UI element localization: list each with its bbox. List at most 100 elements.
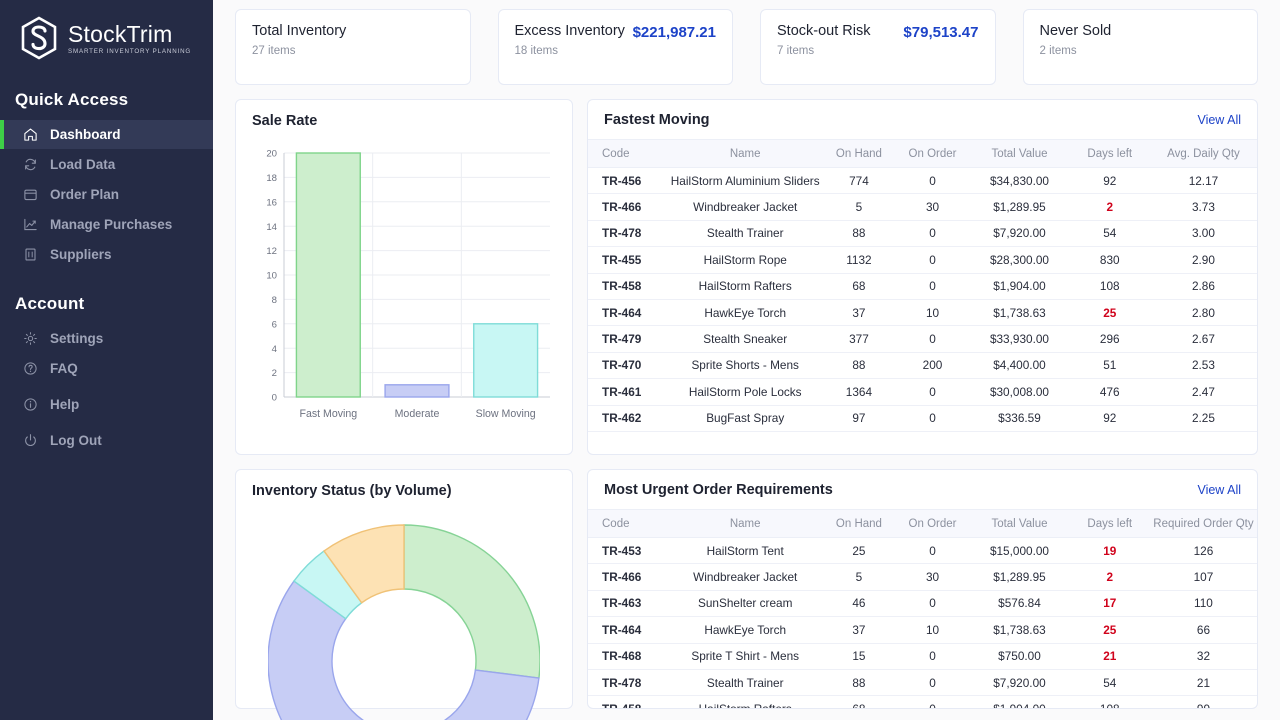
cell-on-hand: 1132 bbox=[822, 247, 896, 273]
column-header[interactable]: Name bbox=[668, 510, 822, 538]
cell-on-hand: 37 bbox=[822, 617, 896, 643]
cell-last: 99 bbox=[1150, 696, 1257, 709]
stocktrim-hexagon-logo-icon bbox=[19, 16, 59, 60]
cell-on-order: 10 bbox=[896, 617, 970, 643]
column-header[interactable]: Required Order Qty bbox=[1150, 510, 1257, 538]
table-row[interactable]: TR-479Stealth Sneaker3770$33,930.002962.… bbox=[588, 326, 1257, 352]
inventory-status-chart[interactable] bbox=[236, 499, 572, 720]
urgent-orders-view-all-button[interactable]: View All bbox=[1197, 483, 1241, 497]
fastest-moving-view-all-button[interactable]: View All bbox=[1197, 113, 1241, 127]
urgent-orders-panel: Most Urgent Order Requirements View All … bbox=[587, 469, 1258, 709]
table-row[interactable]: TR-468Sprite T Shirt - Mens150$750.00213… bbox=[588, 643, 1257, 669]
cell-days-left: 17 bbox=[1070, 590, 1150, 616]
cell-last: 126 bbox=[1150, 538, 1257, 564]
column-header[interactable]: Total Value bbox=[969, 510, 1069, 538]
sidebar-item-label: Order Plan bbox=[50, 187, 119, 202]
column-header[interactable]: On Order bbox=[896, 140, 970, 168]
cell-code: TR-468 bbox=[588, 643, 668, 669]
cell-on-order: 0 bbox=[896, 669, 970, 695]
bar[interactable] bbox=[296, 153, 360, 397]
column-header[interactable]: Total Value bbox=[969, 140, 1069, 168]
table-row[interactable]: TR-478Stealth Trainer880$7,920.005421 bbox=[588, 669, 1257, 695]
column-header[interactable]: Name bbox=[668, 140, 822, 168]
sidebar-heading-quick-access: Quick Access bbox=[0, 76, 213, 120]
cell-last: 32 bbox=[1150, 643, 1257, 669]
table-row[interactable]: TR-458HailStorm Rafters680$1,904.0010899 bbox=[588, 696, 1257, 709]
column-header[interactable]: Days left bbox=[1070, 140, 1150, 168]
gear-icon bbox=[23, 331, 38, 346]
sidebar-item-log-out[interactable]: Log Out bbox=[0, 426, 213, 455]
cell-on-hand: 774 bbox=[822, 168, 896, 194]
table-row[interactable]: TR-470Sprite Shorts - Mens88200$4,400.00… bbox=[588, 352, 1257, 378]
cell-code: TR-466 bbox=[588, 194, 668, 220]
sidebar-item-load-data[interactable]: Load Data bbox=[0, 150, 213, 179]
kpi-card-never-sold[interactable]: Never Sold 2 items bbox=[1023, 9, 1259, 85]
table-row[interactable]: TR-466Windbreaker Jacket530$1,289.9523.7… bbox=[588, 194, 1257, 220]
kpi-subtitle: 7 items bbox=[777, 45, 870, 57]
bar[interactable] bbox=[385, 385, 449, 397]
kpi-card-total-inventory[interactable]: Total Inventory 27 items bbox=[235, 9, 471, 85]
table-row[interactable]: TR-453HailStorm Tent250$15,000.0019126 bbox=[588, 538, 1257, 564]
cell-name: HailStorm Pole Locks bbox=[668, 379, 822, 405]
cell-total-value: $1,904.00 bbox=[969, 273, 1069, 299]
cell-on-hand: 25 bbox=[822, 538, 896, 564]
sidebar-item-help[interactable]: Help bbox=[0, 390, 213, 419]
cell-code: TR-478 bbox=[588, 220, 668, 246]
column-header[interactable]: Avg. Daily Qty bbox=[1150, 140, 1257, 168]
column-header[interactable]: On Order bbox=[896, 510, 970, 538]
kpi-title: Never Sold bbox=[1040, 23, 1112, 40]
table-row[interactable]: TR-464HawkEye Torch3710$1,738.63252.80 bbox=[588, 299, 1257, 325]
cell-last: 2.90 bbox=[1150, 247, 1257, 273]
column-header[interactable]: On Hand bbox=[822, 140, 896, 168]
cell-code: TR-463 bbox=[588, 590, 668, 616]
table-row[interactable]: TR-466Windbreaker Jacket530$1,289.952107 bbox=[588, 564, 1257, 590]
column-header[interactable]: Code bbox=[588, 140, 668, 168]
sidebar-item-manage-purchases[interactable]: Manage Purchases bbox=[0, 210, 213, 239]
table-row[interactable]: TR-478Stealth Trainer880$7,920.00543.00 bbox=[588, 220, 1257, 246]
table-row[interactable]: TR-463SunShelter cream460$576.8417110 bbox=[588, 590, 1257, 616]
sidebar-item-suppliers[interactable]: Suppliers bbox=[0, 240, 213, 269]
kpi-card-stock-out-risk[interactable]: Stock-out Risk 7 items $79,513.47 bbox=[760, 9, 996, 85]
refresh-icon bbox=[23, 157, 38, 172]
cell-name: HawkEye Torch bbox=[668, 299, 822, 325]
kpi-value: $79,513.47 bbox=[903, 23, 978, 84]
kpi-card-row: Total Inventory 27 items Excess Inventor… bbox=[235, 9, 1258, 85]
cell-code: TR-458 bbox=[588, 696, 668, 709]
cell-total-value: $7,920.00 bbox=[969, 220, 1069, 246]
table-row[interactable]: TR-464HawkEye Torch3710$1,738.632566 bbox=[588, 617, 1257, 643]
donut-chart-svg bbox=[268, 513, 540, 720]
column-header[interactable]: Days left bbox=[1070, 510, 1150, 538]
y-axis-tick-label: 14 bbox=[266, 222, 277, 233]
sidebar-item-settings[interactable]: Settings bbox=[0, 324, 213, 353]
sidebar-item-label: Help bbox=[50, 397, 79, 412]
sidebar-item-dashboard[interactable]: Dashboard bbox=[0, 120, 213, 149]
sidebar: StockTrim SMARTER INVENTORY PLANNING Qui… bbox=[0, 0, 213, 720]
table-row[interactable]: TR-456HailStorm Aluminium Sliders7740$34… bbox=[588, 168, 1257, 194]
cell-last: 2.86 bbox=[1150, 273, 1257, 299]
bar[interactable] bbox=[474, 324, 538, 397]
building-icon bbox=[23, 247, 38, 262]
sidebar-item-faq[interactable]: FAQ bbox=[0, 354, 213, 383]
cell-last: 3.00 bbox=[1150, 220, 1257, 246]
cell-on-order: 0 bbox=[896, 643, 970, 669]
cell-total-value: $1,738.63 bbox=[969, 617, 1069, 643]
cell-days-left: 54 bbox=[1070, 220, 1150, 246]
table-row[interactable]: TR-458HailStorm Rafters680$1,904.001082.… bbox=[588, 273, 1257, 299]
table-row[interactable]: TR-461HailStorm Pole Locks13640$30,008.0… bbox=[588, 379, 1257, 405]
cell-days-left: 476 bbox=[1070, 379, 1150, 405]
sidebar-item-label: FAQ bbox=[50, 361, 78, 376]
kpi-card-excess-inventory[interactable]: Excess Inventory 18 items $221,987.21 bbox=[498, 9, 734, 85]
brand-tagline: SMARTER INVENTORY PLANNING bbox=[68, 48, 191, 55]
sidebar-item-label: Log Out bbox=[50, 433, 102, 448]
table-row[interactable]: TR-462BugFast Spray970$336.59922.25 bbox=[588, 405, 1257, 431]
cell-on-order: 30 bbox=[896, 564, 970, 590]
column-header[interactable]: Code bbox=[588, 510, 668, 538]
sale-rate-chart[interactable]: 02468101214161820Fast MovingModerateSlow… bbox=[236, 129, 572, 440]
sidebar-item-order-plan[interactable]: Order Plan bbox=[0, 180, 213, 209]
donut-segment[interactable] bbox=[404, 525, 540, 678]
table-row[interactable]: TR-455HailStorm Rope11320$28,300.008302.… bbox=[588, 247, 1257, 273]
brand-logo[interactable]: StockTrim SMARTER INVENTORY PLANNING bbox=[0, 0, 213, 76]
cell-days-left: 51 bbox=[1070, 352, 1150, 378]
cell-name: Stealth Trainer bbox=[668, 220, 822, 246]
column-header[interactable]: On Hand bbox=[822, 510, 896, 538]
